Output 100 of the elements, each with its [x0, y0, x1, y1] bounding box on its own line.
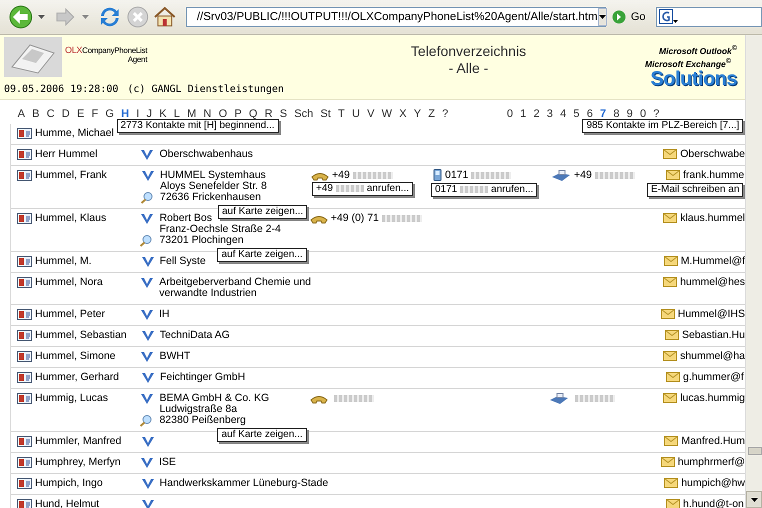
index-link[interactable]: 8 — [613, 108, 620, 120]
contact-name[interactable]: Hummel, Sebastian — [35, 330, 127, 341]
back-icon[interactable] — [8, 4, 34, 30]
phone-icon[interactable] — [311, 170, 329, 181]
scrollbar-thumb[interactable] — [748, 447, 762, 455]
company-icon[interactable] — [140, 330, 155, 341]
email-link[interactable]: lucas.hummig — [680, 392, 745, 404]
index-link[interactable]: 0 — [640, 108, 646, 120]
magnifier-icon[interactable] — [141, 192, 153, 204]
index-link[interactable]: B — [32, 108, 40, 120]
index-link[interactable]: 1 — [520, 108, 526, 120]
company-icon[interactable] — [140, 393, 154, 404]
index-link[interactable]: H — [121, 108, 130, 120]
contact-card-icon[interactable] — [17, 149, 32, 160]
phone-number[interactable]: +49 (0) 71 — [330, 212, 422, 224]
contact-card-icon[interactable] — [17, 309, 32, 320]
index-link[interactable]: S — [280, 108, 288, 120]
go-icon[interactable] — [612, 10, 626, 24]
search-field[interactable] — [656, 7, 762, 27]
contact-card-icon[interactable] — [17, 277, 32, 288]
index-link[interactable]: 0 — [506, 108, 513, 120]
email-link[interactable]: shummel@ha — [680, 350, 745, 362]
contact-name[interactable]: Hummel, Frank — [35, 170, 107, 181]
fax-number[interactable]: +49 — [574, 169, 635, 181]
company-icon[interactable] — [140, 309, 154, 320]
email-link[interactable]: humpich@hw — [681, 477, 745, 489]
contact-name[interactable]: Hummel, Peter — [35, 309, 106, 320]
company-icon[interactable] — [141, 372, 155, 383]
envelope-icon[interactable] — [660, 457, 675, 467]
envelope-icon[interactable] — [664, 478, 678, 488]
index-link[interactable]: G — [105, 108, 114, 120]
index-link[interactable]: P — [234, 108, 242, 120]
caret-icon[interactable] — [598, 15, 606, 19]
phone-icon[interactable] — [310, 213, 328, 224]
contact-card-icon[interactable] — [17, 499, 32, 508]
index-link[interactable]: R — [264, 108, 273, 120]
envelope-icon[interactable] — [664, 330, 679, 340]
email-link[interactable]: Manfred.Hum — [681, 435, 745, 447]
index-link[interactable]: N — [203, 108, 212, 120]
phone-icon[interactable] — [310, 393, 328, 404]
email-link[interactable]: klaus.hummel — [680, 212, 745, 224]
envelope-icon[interactable] — [663, 393, 678, 403]
contact-name[interactable]: Hummel, M. — [35, 256, 92, 267]
contact-card-icon[interactable] — [17, 351, 32, 362]
index-link[interactable]: X — [399, 108, 407, 120]
index-link[interactable]: J — [146, 108, 152, 120]
index-link[interactable]: V — [367, 108, 374, 120]
contact-card-icon[interactable] — [17, 372, 32, 383]
contact-name[interactable]: Humphrey, Merfyn — [35, 457, 121, 468]
company-icon[interactable] — [140, 436, 155, 447]
contact-card-icon[interactable] — [17, 330, 32, 341]
index-link[interactable]: ? — [653, 108, 660, 120]
contact-card-icon[interactable] — [17, 256, 32, 267]
index-link[interactable]: A — [18, 108, 25, 120]
email-link[interactable]: humphrmerf@ — [678, 456, 745, 468]
envelope-icon[interactable] — [663, 213, 678, 223]
contact-name[interactable]: Hummler, Manfred — [35, 436, 122, 447]
index-link[interactable]: 7 — [600, 108, 606, 120]
contact-name[interactable]: Hund, Helmut — [35, 499, 100, 508]
index-link[interactable]: F — [91, 108, 98, 120]
search-engine-icon[interactable] — [658, 9, 679, 25]
email-link[interactable]: frank.humme — [683, 169, 744, 181]
envelope-icon[interactable] — [663, 277, 678, 287]
index-link[interactable]: ? — [442, 108, 448, 120]
phone-number[interactable]: +49 — [332, 169, 393, 181]
index-link[interactable]: Y — [414, 108, 422, 120]
contact-card-icon[interactable] — [17, 213, 32, 224]
email-link[interactable]: hummel@hes — [680, 276, 745, 288]
address-field[interactable]: //Srv03/PUBLIC/!!!OUTPUT!!!/OLXCompanyPhoneList%20Agent/Alle/start.htm — [186, 7, 606, 27]
index-link[interactable]: Z — [428, 108, 435, 120]
company-icon[interactable] — [140, 277, 154, 288]
go-button[interactable]: Go — [610, 8, 648, 26]
email-link[interactable]: g.hummer@f — [683, 371, 744, 383]
envelope-icon[interactable] — [663, 351, 678, 361]
index-link[interactable]: St — [320, 108, 331, 120]
index-link[interactable]: Sch — [294, 108, 314, 120]
contact-card-icon[interactable] — [17, 170, 32, 181]
mobile-number[interactable]: 0171 — [445, 169, 512, 181]
company-icon[interactable] — [140, 351, 154, 362]
company-icon[interactable] — [140, 457, 154, 468]
caret-icon[interactable] — [38, 15, 44, 19]
magnifier-icon[interactable] — [140, 415, 152, 427]
index-link[interactable]: Q — [248, 108, 258, 120]
index-link[interactable]: 4 — [560, 108, 566, 120]
index-link[interactable]: T — [338, 108, 345, 120]
email-link[interactable]: Sebastian.Hu — [682, 329, 745, 341]
company-icon[interactable] — [140, 213, 154, 224]
contact-name[interactable]: Herr Hummel — [35, 149, 98, 160]
contact-name[interactable]: Humme, Michael — [35, 128, 114, 139]
index-link[interactable]: K — [159, 108, 167, 120]
company-icon[interactable] — [140, 478, 155, 489]
contact-card-icon[interactable] — [17, 393, 32, 404]
email-link[interactable]: Oberschwabe — [680, 148, 745, 160]
caret-icon[interactable] — [750, 498, 758, 502]
index-link[interactable]: 9 — [626, 108, 633, 120]
index-link[interactable]: D — [62, 108, 70, 120]
index-link[interactable]: M — [187, 108, 196, 120]
index-link[interactable]: U — [352, 108, 360, 120]
envelope-icon[interactable] — [663, 149, 678, 159]
contact-name[interactable]: Hummer, Gerhard — [35, 372, 120, 383]
